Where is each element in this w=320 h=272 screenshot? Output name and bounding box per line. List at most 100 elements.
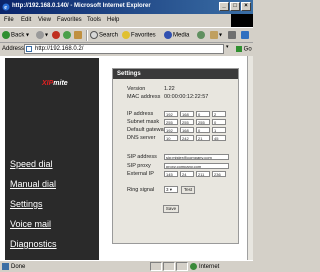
forward-button[interactable]: ▾ xyxy=(36,31,48,39)
address-input[interactable]: http://192.168.0.2/ xyxy=(24,44,224,54)
menu-help[interactable]: Help xyxy=(107,17,119,23)
version-value: 1.22 xyxy=(164,86,175,92)
go-button[interactable]: Go xyxy=(236,46,252,53)
menu-favorites[interactable]: Favorites xyxy=(57,17,82,23)
gateway-label: Default gateway xyxy=(127,127,167,133)
mask-octet-3[interactable]: 255 xyxy=(196,119,210,125)
close-button[interactable]: × xyxy=(241,2,251,11)
status-bar: Done Internet xyxy=(0,260,253,272)
home-button[interactable] xyxy=(74,31,83,39)
address-dropdown-icon[interactable]: ▾ xyxy=(226,44,234,54)
go-arrow-icon xyxy=(236,46,242,52)
back-button[interactable]: Back ▾ xyxy=(2,31,29,39)
settings-header: Settings xyxy=(113,69,238,79)
mask-octet-2[interactable]: 255 xyxy=(180,119,194,125)
maximize-button[interactable]: □ xyxy=(230,2,240,11)
sip-address-field[interactable]: sip:mister@company.com xyxy=(164,154,229,160)
media-button[interactable]: Media xyxy=(164,31,189,39)
mail-icon xyxy=(210,31,218,39)
stop-button[interactable] xyxy=(52,31,61,39)
print-icon xyxy=(228,31,236,39)
brand-logo: XIPmite xyxy=(42,80,68,87)
gateway-octet-3[interactable]: 0 xyxy=(196,127,210,133)
gateway-octet-4[interactable]: 1 xyxy=(212,127,226,133)
media-icon xyxy=(164,31,172,39)
menu-tools[interactable]: Tools xyxy=(87,17,101,23)
mask-octet-1[interactable]: 255 xyxy=(164,119,178,125)
refresh-icon xyxy=(63,31,71,39)
gateway-octet-2[interactable]: 168 xyxy=(180,127,194,133)
ip-octet-1[interactable]: 192 xyxy=(164,111,178,117)
mail-button[interactable]: ▾ xyxy=(210,31,222,39)
home-icon xyxy=(74,31,82,39)
nav-diagnostics[interactable]: Diagnostics xyxy=(10,239,57,249)
gateway-octet-1[interactable]: 192 xyxy=(164,127,178,133)
menu-bar: File Edit View Favorites Tools Help xyxy=(0,14,253,27)
ip-octet-3[interactable]: 0 xyxy=(196,111,210,117)
toolbar: Back ▾ ▾ Search Favorites Media ▾ xyxy=(0,27,253,43)
dns-octet-2[interactable]: 242 xyxy=(180,135,194,141)
mac-value: 00:00:00:12:22:57 xyxy=(164,94,209,100)
windows-flag-icon xyxy=(231,14,253,27)
save-button[interactable]: Save xyxy=(163,205,179,213)
address-bar: Address http://192.168.0.2/ ▾ Go xyxy=(0,43,253,56)
ip-octet-4[interactable]: 2 xyxy=(212,111,226,117)
edit-button[interactable] xyxy=(241,31,250,39)
menu-file[interactable]: File xyxy=(4,17,14,23)
back-arrow-icon xyxy=(2,31,10,39)
status-text: Done xyxy=(2,263,25,270)
dns-octet-4[interactable]: 45 xyxy=(212,135,226,141)
mask-octet-4[interactable]: 0 xyxy=(212,119,226,125)
history-button[interactable] xyxy=(197,31,206,39)
menu-edit[interactable]: Edit xyxy=(21,17,31,23)
stop-icon xyxy=(52,31,60,39)
browser-viewport: XIPmite Speed dial Manual dial Settings … xyxy=(0,56,247,260)
print-button[interactable] xyxy=(228,31,237,39)
page-icon xyxy=(26,46,32,52)
sip-proxy-field[interactable]: proxy.company.com xyxy=(164,163,229,169)
dns-octet-1[interactable]: 10 xyxy=(164,135,178,141)
minimize-button[interactable]: _ xyxy=(219,2,229,11)
vertical-scrollbar[interactable] xyxy=(247,56,253,260)
menu-view[interactable]: View xyxy=(38,17,51,23)
forward-arrow-icon xyxy=(36,31,44,39)
history-icon xyxy=(197,31,205,39)
settings-panel: Settings Version 1.22 MAC address 00:00:… xyxy=(112,68,239,244)
title-bar: e http://192.168.0.140/ - Microsoft Inte… xyxy=(0,0,253,14)
search-icon xyxy=(90,31,98,39)
security-zone: Internet xyxy=(190,263,219,270)
internet-globe-icon xyxy=(190,263,197,270)
search-button[interactable]: Search xyxy=(90,31,118,39)
dns-label: DNS server xyxy=(127,135,156,141)
address-url[interactable]: http://192.168.0.2/ xyxy=(35,46,83,52)
window-title: http://192.168.0.140/ - Microsoft Intern… xyxy=(12,3,151,9)
ring-signal-label: Ring signal xyxy=(127,187,155,193)
external-ip-octet-3[interactable]: 211 xyxy=(196,171,210,177)
external-ip-octet-2[interactable]: 24 xyxy=(180,171,194,177)
nav-manual-dial[interactable]: Manual dial xyxy=(10,179,56,189)
favorites-button[interactable]: Favorites xyxy=(122,31,156,39)
nav-speed-dial[interactable]: Speed dial xyxy=(10,159,53,169)
mask-label: Subnet mask xyxy=(127,119,160,125)
sidebar: XIPmite Speed dial Manual dial Settings … xyxy=(5,58,99,260)
ie-logo-icon: e xyxy=(2,3,10,11)
ip-label: IP address xyxy=(127,111,154,117)
external-ip-octet-1[interactable]: 145 xyxy=(164,171,178,177)
external-ip-octet-4[interactable]: 236 xyxy=(212,171,226,177)
refresh-button[interactable] xyxy=(63,31,72,39)
sip-address-label: SIP address xyxy=(127,154,157,160)
favorites-star-icon xyxy=(122,31,130,39)
nav-settings[interactable]: Settings xyxy=(10,199,43,209)
ring-signal-select[interactable]: 3 ▾ xyxy=(164,186,178,193)
dns-octet-3[interactable]: 21 xyxy=(196,135,210,141)
web-page: XIPmite Speed dial Manual dial Settings … xyxy=(0,56,247,260)
mac-label: MAC address xyxy=(127,94,161,100)
test-ring-button[interactable]: Test xyxy=(181,186,195,194)
nav-voice-mail[interactable]: Voice mail xyxy=(10,219,51,229)
svg-text:e: e xyxy=(4,5,7,11)
version-label: Version xyxy=(127,86,146,92)
external-ip-label: External IP xyxy=(127,171,154,177)
ip-octet-2[interactable]: 168 xyxy=(180,111,194,117)
edit-page-icon xyxy=(241,31,249,39)
sip-proxy-label: SIP proxy xyxy=(127,163,151,169)
